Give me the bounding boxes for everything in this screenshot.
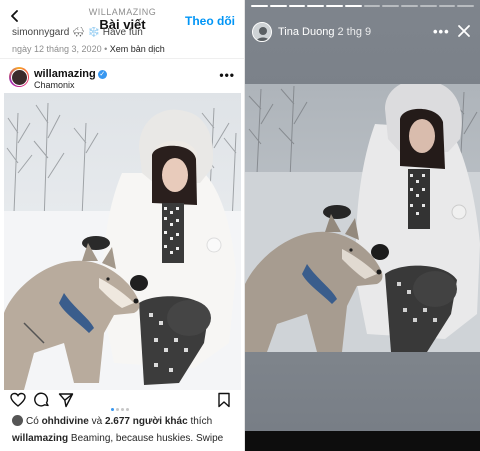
story-username: Tina Duong [278,26,335,38]
story-progress-segment [457,5,474,7]
story-progress [251,5,474,7]
divider [0,58,244,59]
carousel-dot [126,408,129,411]
previous-caption: simonnygard 🌨 ❄️ Have fun [12,27,143,38]
post-more-button[interactable]: ••• [219,68,235,82]
post-meta: ngày 12 tháng 3, 2020 • Xem bản dịch [12,44,165,54]
likes-text: Có ohhdivine và 2.677 người khác thích [12,415,212,427]
close-icon[interactable] [457,24,471,38]
story-user[interactable]: Tina Duong 2 thg 9 [278,26,371,38]
heart-icon[interactable] [10,392,26,408]
comment-icon[interactable] [34,392,50,408]
post-username[interactable]: willamazing ✓ [34,68,107,80]
post-author-row: willamazing ✓ Chamonix ••• [0,62,244,92]
post-date: ngày 12 tháng 3, 2020 [12,44,102,54]
story-viewer: Tina Duong 2 thg 9 ••• [245,0,480,451]
story-progress-segment [326,5,343,7]
story-progress-segment [288,5,306,7]
follow-button[interactable]: Theo dõi [185,14,235,28]
post-actions [0,392,244,412]
story-more-button[interactable]: ••• [433,24,450,39]
carousel-dot [111,408,114,411]
post-photo[interactable] [4,93,241,390]
avatar-image [10,68,28,86]
carousel-indicator [110,398,130,416]
story-progress-segment [419,5,437,7]
post-username-text: willamazing [34,68,96,80]
story-progress-segment [269,5,287,7]
story-progress-segment [401,5,418,7]
caption-text: Beaming, because huskies. Swipe [70,433,224,444]
avatar[interactable] [9,67,29,87]
story-progress-segment [307,5,324,7]
story-bottom-bar [245,431,480,451]
story-progress-segment [344,5,362,7]
likes-mid: và [91,416,103,427]
liker-username[interactable]: ohhdivine [42,416,89,427]
post-location[interactable]: Chamonix [34,80,75,90]
share-icon[interactable] [58,392,74,408]
story-time: 2 thg 9 [337,26,372,38]
carousel-dot [116,408,119,411]
post-caption: willamazing Beaming, because huskies. Sw… [12,433,242,444]
likes-count[interactable]: 2.677 người khác [105,416,188,427]
story-progress-segment [438,5,456,7]
bookmark-icon[interactable] [216,392,232,408]
instagram-post-screen: WILLAMAZING Bài viết Theo dõi simonnygar… [0,0,245,451]
liker-avatar [12,415,23,426]
story-progress-segment [251,5,268,7]
likes-suffix: thích [190,416,213,427]
story-photo[interactable] [245,84,480,352]
verified-icon: ✓ [97,70,107,79]
caption-username[interactable]: willamazing [12,433,68,444]
translate-link[interactable]: Xem bản dịch [110,44,165,54]
story-progress-segment [382,5,399,7]
story-progress-segment [363,5,381,7]
likes-prefix: Có [26,416,39,427]
avatar[interactable] [252,22,272,42]
carousel-dot [121,408,124,411]
